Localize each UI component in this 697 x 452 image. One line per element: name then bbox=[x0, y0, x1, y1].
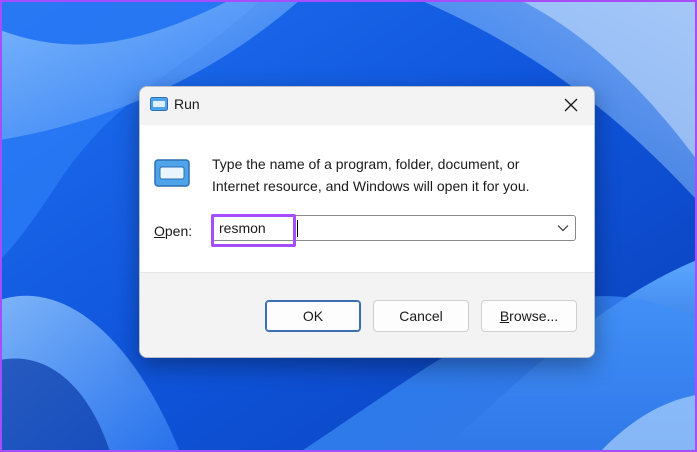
screenshot-frame bbox=[0, 0, 697, 452]
